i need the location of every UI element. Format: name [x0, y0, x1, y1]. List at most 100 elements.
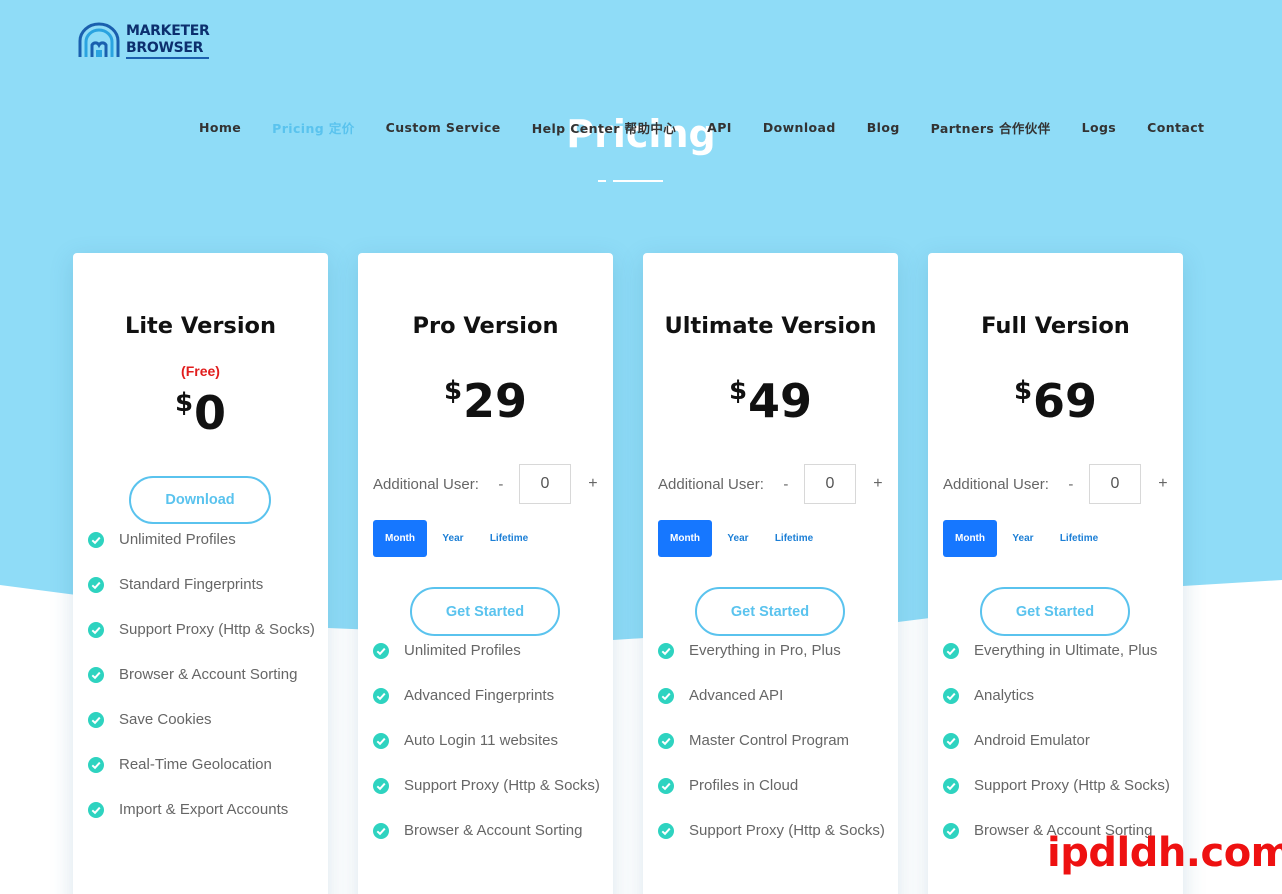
check-circle-icon — [943, 778, 959, 794]
free-note: (Free) — [181, 363, 220, 379]
check-circle-icon — [943, 643, 959, 659]
check-circle-icon — [373, 778, 389, 794]
plan-price: $69 — [928, 374, 1183, 428]
check-circle-icon — [373, 823, 389, 839]
check-circle-icon — [88, 802, 104, 818]
period-month-button[interactable]: Month — [943, 520, 997, 557]
plan-price: $49 — [643, 374, 898, 428]
period-lifetime-button[interactable]: Lifetime — [764, 520, 824, 557]
billing-period-toggle: Month Year Lifetime — [943, 520, 1109, 557]
check-circle-icon — [373, 688, 389, 704]
check-circle-icon — [658, 643, 674, 659]
nav-item-custom-service[interactable]: Custom Service — [386, 120, 501, 135]
pricing-card-pro: Pro Version $29 Additional User: - + Mon… — [358, 253, 613, 894]
additional-user-label: Additional User: — [658, 475, 764, 493]
billing-period-toggle: Month Year Lifetime — [373, 520, 539, 557]
title-underline — [598, 180, 664, 182]
get-started-button[interactable]: Get Started — [410, 587, 560, 636]
check-circle-icon — [658, 733, 674, 749]
period-month-button[interactable]: Month — [373, 520, 427, 557]
feature-list: Unlimited Profiles Standard Fingerprints… — [88, 525, 318, 840]
currency-symbol: $ — [174, 388, 194, 418]
check-circle-icon — [88, 757, 104, 773]
feature-list: Everything in Ultimate, Plus Analytics A… — [943, 636, 1173, 861]
pricing-card-lite: Lite Version (Free) $0 Download Unlimite… — [73, 253, 328, 894]
feature-item: Profiles in Cloud — [658, 771, 888, 801]
check-circle-icon — [88, 712, 104, 728]
feature-item: Support Proxy (Http & Socks) — [943, 771, 1173, 801]
period-year-button[interactable]: Year — [427, 520, 479, 557]
nav-item-help-center[interactable]: Help Center 帮助中心 — [532, 118, 676, 137]
check-circle-icon — [88, 622, 104, 638]
price-amount: 69 — [1033, 374, 1098, 428]
pricing-card-ultimate: Ultimate Version $49 Additional User: - … — [643, 253, 898, 894]
get-started-button[interactable]: Get Started — [980, 587, 1130, 636]
increment-button[interactable]: + — [585, 475, 601, 493]
feature-item: Master Control Program — [658, 726, 888, 756]
logo[interactable]: MARKETER BROWSER — [76, 20, 226, 62]
feature-item: Analytics — [943, 681, 1173, 711]
period-year-button[interactable]: Year — [712, 520, 764, 557]
plan-title: Full Version — [981, 313, 1130, 339]
check-circle-icon — [658, 778, 674, 794]
check-circle-icon — [658, 688, 674, 704]
feature-item: Support Proxy (Http & Socks) — [88, 615, 318, 645]
check-circle-icon — [943, 823, 959, 839]
price-amount: 0 — [194, 386, 227, 440]
additional-user-input[interactable] — [1088, 464, 1141, 504]
check-circle-icon — [88, 667, 104, 683]
feature-item: Advanced API — [658, 681, 888, 711]
feature-item: Advanced Fingerprints — [373, 681, 603, 711]
feature-item: Support Proxy (Http & Socks) — [658, 816, 888, 846]
feature-item: Standard Fingerprints — [88, 570, 318, 600]
nav-item-blog[interactable]: Blog — [867, 120, 900, 135]
nav-item-home[interactable]: Home — [199, 120, 241, 135]
plan-title: Ultimate Version — [664, 313, 877, 339]
check-circle-icon — [88, 532, 104, 548]
feature-item: Unlimited Profiles — [88, 525, 318, 555]
feature-list: Everything in Pro, Plus Advanced API Mas… — [658, 636, 888, 861]
plan-price: $29 — [358, 374, 613, 428]
additional-user-input[interactable] — [803, 464, 856, 504]
additional-user-input[interactable] — [518, 464, 571, 504]
currency-symbol: $ — [728, 376, 748, 406]
period-lifetime-button[interactable]: Lifetime — [1049, 520, 1109, 557]
nav-item-partners[interactable]: Partners 合作伙伴 — [931, 118, 1051, 137]
check-circle-icon — [658, 823, 674, 839]
period-year-button[interactable]: Year — [997, 520, 1049, 557]
download-button[interactable]: Download — [129, 476, 271, 524]
period-lifetime-button[interactable]: Lifetime — [479, 520, 539, 557]
feature-item: Unlimited Profiles — [373, 636, 603, 666]
check-circle-icon — [373, 643, 389, 659]
additional-user-label: Additional User: — [373, 475, 479, 493]
plan-title: Pro Version — [412, 313, 559, 339]
feature-item: Browser & Account Sorting — [373, 816, 603, 846]
nav-item-download[interactable]: Download — [763, 120, 836, 135]
nav-item-api[interactable]: API — [707, 120, 732, 135]
increment-button[interactable]: + — [1155, 475, 1171, 493]
nav-item-contact[interactable]: Contact — [1147, 120, 1204, 135]
get-started-button[interactable]: Get Started — [695, 587, 845, 636]
logo-line-1: MARKETER — [126, 23, 210, 39]
decrement-button[interactable]: - — [1063, 476, 1079, 493]
billing-period-toggle: Month Year Lifetime — [658, 520, 824, 557]
price-amount: 49 — [748, 374, 813, 428]
additional-user-label: Additional User: — [943, 475, 1049, 493]
logo-line-2: BROWSER — [126, 40, 210, 59]
currency-symbol: $ — [1013, 376, 1033, 406]
decrement-button[interactable]: - — [778, 476, 794, 493]
nav-item-pricing[interactable]: Pricing 定价 — [272, 118, 355, 137]
additional-user-control: Additional User: - + — [658, 464, 886, 504]
additional-user-control: Additional User: - + — [943, 464, 1171, 504]
increment-button[interactable]: + — [870, 475, 886, 493]
additional-user-control: Additional User: - + — [373, 464, 601, 504]
check-circle-icon — [373, 733, 389, 749]
nav-item-logs[interactable]: Logs — [1082, 120, 1117, 135]
check-circle-icon — [943, 733, 959, 749]
check-circle-icon — [88, 577, 104, 593]
feature-item: Real-Time Geolocation — [88, 750, 318, 780]
decrement-button[interactable]: - — [493, 476, 509, 493]
plan-title: Lite Version — [124, 313, 277, 339]
period-month-button[interactable]: Month — [658, 520, 712, 557]
feature-item: Android Emulator — [943, 726, 1173, 756]
